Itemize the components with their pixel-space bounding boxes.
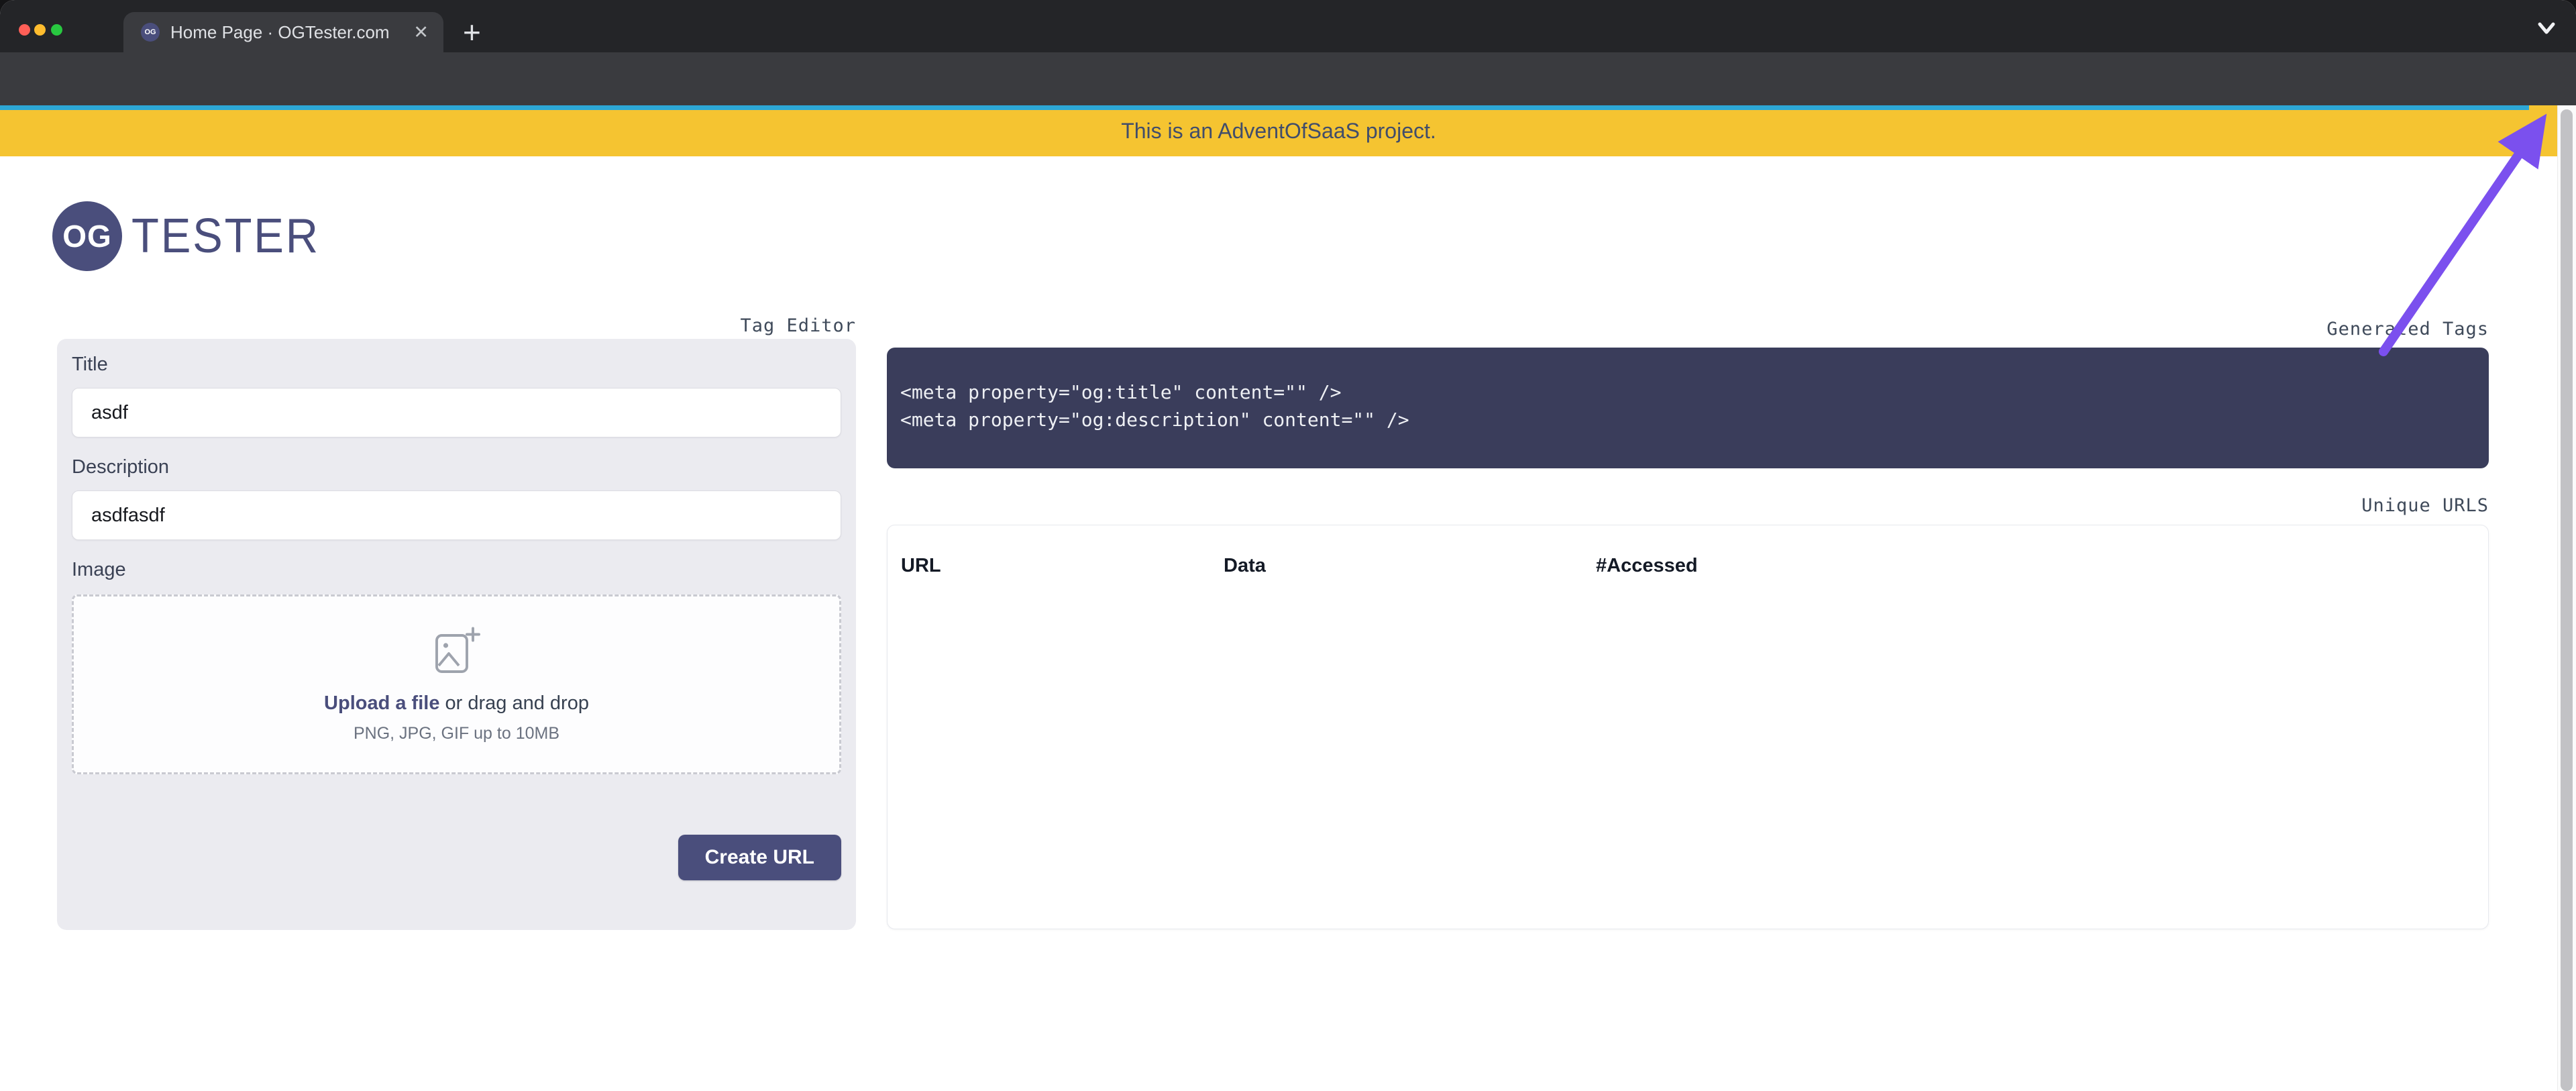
table-header-row: URL Data #Accessed — [888, 525, 2488, 555]
column-header-url: URL — [901, 555, 941, 577]
announcement-banner: This is an AdventOfSaaS project. — [0, 105, 2557, 156]
image-upload-icon — [429, 625, 485, 678]
code-line: <meta property="og:title" content="" /> — [900, 378, 2475, 406]
site-logo: OG TESTER — [52, 201, 334, 271]
window-titlebar: OG Home Page · OGTester.com ✕ + — [0, 0, 2576, 52]
tab-title: Home Page · OGTester.com — [170, 22, 408, 43]
tab-close-icon[interactable]: ✕ — [413, 22, 429, 43]
column-header-data: Data — [1224, 555, 1266, 577]
new-tab-button[interactable]: + — [463, 15, 481, 50]
tag-editor-panel: Title Description Image Upload a file or… — [57, 339, 856, 930]
image-label: Image — [72, 559, 841, 581]
browser-window: OG Home Page · OGTester.com ✕ + ogtester… — [0, 0, 2576, 1091]
column-header-accessed: #Accessed — [1596, 555, 1698, 577]
create-url-button[interactable]: Create URL — [678, 835, 841, 880]
unique-urls-section-label: Unique URLS — [887, 495, 2489, 516]
generated-tags-code: <meta property="og:title" content="" /> … — [887, 348, 2489, 468]
upload-hint: PNG, JPG, GIF up to 10MB — [354, 724, 559, 743]
tab-search-chevron-icon[interactable] — [2530, 15, 2563, 42]
tab-favicon-icon: OG — [141, 23, 160, 42]
generated-tags-section-label: Generated Tags — [887, 319, 2489, 340]
browser-tab[interactable]: OG Home Page · OGTester.com ✕ — [123, 12, 443, 52]
window-zoom-button[interactable] — [51, 24, 62, 36]
tag-editor-section-label: Tag Editor — [57, 315, 856, 336]
unique-urls-table: URL Data #Accessed — [887, 525, 2489, 929]
title-input[interactable] — [72, 388, 841, 437]
title-label: Title — [72, 354, 841, 376]
upload-instruction: Upload a file or drag and drop — [324, 692, 589, 715]
code-line: <meta property="og:description" content=… — [900, 406, 2475, 433]
announcement-text: This is an AdventOfSaaS project. — [1121, 119, 1436, 144]
image-dropzone[interactable]: Upload a file or drag and drop PNG, JPG,… — [72, 594, 841, 774]
window-minimize-button[interactable] — [34, 24, 46, 36]
description-label: Description — [72, 456, 841, 478]
browser-toolbar: ogtester.com UO Incognito — [0, 52, 2576, 105]
page-scrollbar[interactable] — [2557, 105, 2576, 1091]
description-input[interactable] — [72, 490, 841, 540]
page-viewport: This is an AdventOfSaaS project. OG TEST… — [0, 105, 2576, 1091]
logo-name: TESTER — [131, 209, 320, 264]
scrollbar-thumb[interactable] — [2561, 109, 2573, 1091]
page-top-accent-bar — [0, 105, 2529, 110]
upload-file-link[interactable]: Upload a file — [324, 692, 439, 714]
logo-og-icon: OG — [52, 201, 122, 271]
window-close-button[interactable] — [19, 24, 30, 36]
